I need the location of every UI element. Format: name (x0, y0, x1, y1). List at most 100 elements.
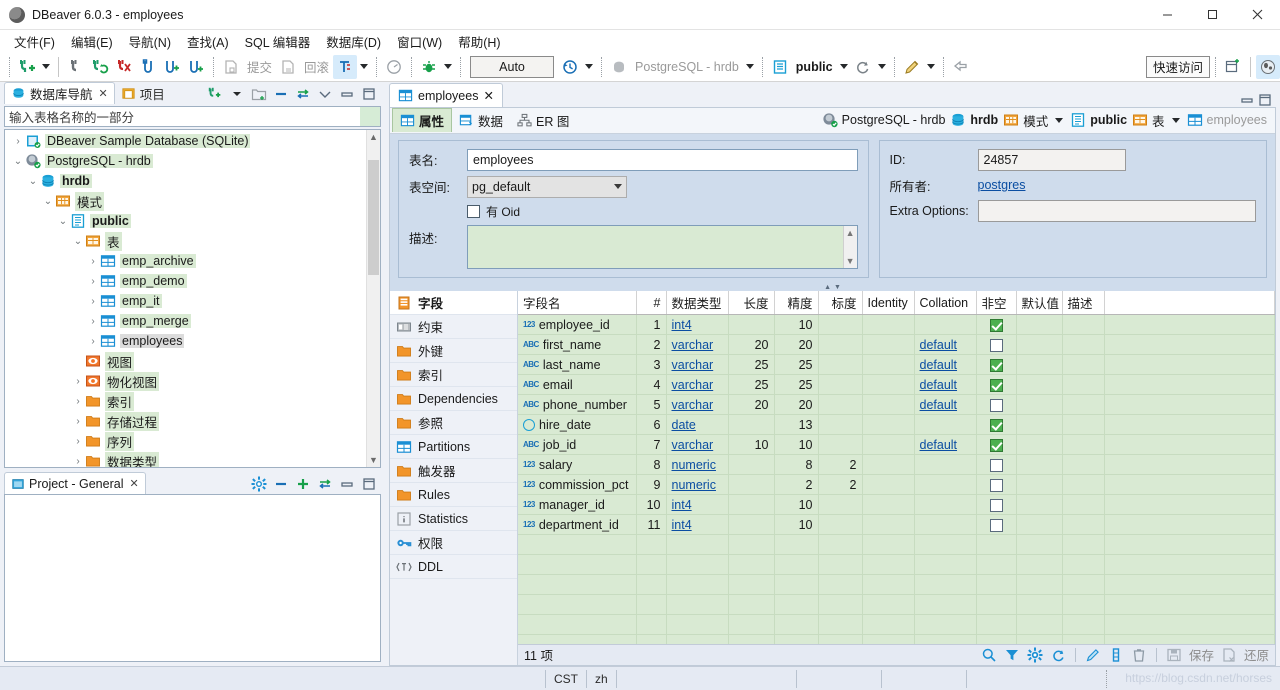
cell-datatype[interactable]: varchar (666, 375, 728, 395)
cell-ordinal[interactable]: 3 (636, 355, 666, 375)
navigator-filter-input[interactable]: 输入表格名称的一部分 (4, 106, 381, 127)
cell-ordinal[interactable]: 11 (636, 515, 666, 535)
edit-pencil-icon[interactable] (1085, 647, 1101, 663)
chevron-right-icon[interactable]: › (86, 256, 100, 267)
edit-pencil-dropdown-icon[interactable] (924, 55, 938, 79)
table-row[interactable]: hire_date6date13 (518, 415, 1275, 435)
cell-datatype[interactable]: varchar (666, 335, 728, 355)
side-tab[interactable]: 参照 (390, 411, 517, 435)
cell-notnull[interactable] (976, 495, 1016, 515)
cell-collation[interactable] (914, 455, 976, 475)
splitter-down-icon[interactable]: ▼ (834, 284, 841, 291)
cell-length[interactable] (728, 415, 774, 435)
column-header[interactable]: 数据类型 (666, 291, 728, 315)
cell-length[interactable] (728, 475, 774, 495)
new-connection-dropdown-icon[interactable] (227, 84, 247, 104)
new-folder-icon[interactable] (249, 84, 269, 104)
chevron-right-icon[interactable]: › (71, 456, 85, 467)
gear-icon[interactable] (249, 474, 269, 494)
menu-sql-editor[interactable]: SQL 编辑器 (237, 30, 319, 53)
notnull-checkbox[interactable] (990, 339, 1003, 352)
link-editor-icon[interactable] (293, 84, 313, 104)
dbeaver-perspective-icon[interactable] (1256, 55, 1280, 79)
table-row[interactable]: 123employee_id1int410 (518, 315, 1275, 335)
tree-node[interactable]: ›employees (5, 331, 380, 351)
side-tab[interactable]: DDL (390, 555, 517, 579)
cell-description[interactable] (1062, 355, 1104, 375)
breadcrumb-segment[interactable]: 模式 (1003, 111, 1048, 130)
cell-column-name[interactable]: 123salary (518, 455, 636, 475)
connection-dropdown-icon[interactable] (743, 55, 757, 79)
cell-description[interactable] (1062, 515, 1104, 535)
add-row-icon[interactable] (1108, 647, 1124, 663)
column-header[interactable]: 字段名 (518, 291, 636, 315)
cell-default[interactable] (1016, 495, 1062, 515)
tree-node[interactable]: ›DBeaver Sample Database (SQLite) (5, 131, 380, 151)
cell-length[interactable]: 20 (728, 335, 774, 355)
chevron-right-icon[interactable]: › (86, 276, 100, 287)
editor-tab-employees[interactable]: employees ✕ (389, 83, 503, 107)
chevron-down-icon[interactable]: ⌄ (71, 236, 85, 247)
chevron-down-icon[interactable]: ⌄ (26, 176, 40, 187)
column-header[interactable]: 标度 (818, 291, 862, 315)
owner-link[interactable]: postgres (978, 178, 1026, 192)
open-perspective-icon[interactable] (1221, 55, 1245, 79)
cell-default[interactable] (1016, 435, 1062, 455)
cell-notnull[interactable] (976, 515, 1016, 535)
tree-node[interactable]: ›物化视图 (5, 371, 380, 391)
notnull-checkbox[interactable] (990, 319, 1003, 332)
tree-node[interactable]: ⌄hrdb (5, 171, 380, 191)
cell-collation[interactable] (914, 315, 976, 335)
cell-column-name[interactable]: 123employee_id (518, 315, 636, 335)
maximize-editor-icon[interactable] (1258, 93, 1272, 107)
new-connection-icon[interactable] (205, 84, 225, 104)
cell-precision[interactable]: 20 (774, 335, 818, 355)
chevron-right-icon[interactable]: › (86, 336, 100, 347)
transaction-log-icon[interactable] (558, 55, 582, 79)
cell-default[interactable] (1016, 355, 1062, 375)
database-tree[interactable]: ›DBeaver Sample Database (SQLite)⌄Postgr… (4, 129, 381, 468)
close-icon[interactable]: ✕ (129, 477, 138, 490)
column-header[interactable]: 精度 (774, 291, 818, 315)
tab-er-diagram[interactable]: ER 图 (510, 108, 576, 132)
cell-scale[interactable] (818, 435, 862, 455)
tree-node[interactable]: ⌄PostgreSQL - hrdb (5, 151, 380, 171)
cell-identity[interactable] (862, 495, 914, 515)
tree-node[interactable]: ›emp_it (5, 291, 380, 311)
table-row[interactable]: ABCemail4varchar2525default (518, 375, 1275, 395)
cell-length[interactable] (728, 315, 774, 335)
cell-precision[interactable]: 13 (774, 415, 818, 435)
cell-column-name[interactable]: ABClast_name (518, 355, 636, 375)
cell-ordinal[interactable]: 10 (636, 495, 666, 515)
column-header[interactable]: 默认值 (1016, 291, 1062, 315)
cell-scale[interactable] (818, 355, 862, 375)
refresh-connection-icon[interactable] (88, 55, 112, 79)
cell-precision[interactable]: 8 (774, 455, 818, 475)
extra-options-input[interactable] (978, 200, 1256, 222)
debug-icon[interactable] (417, 55, 441, 79)
chevron-right-icon[interactable]: › (71, 436, 85, 447)
cell-identity[interactable] (862, 415, 914, 435)
tree-node[interactable]: ›数据类型 (5, 451, 380, 468)
cell-ordinal[interactable]: 1 (636, 315, 666, 335)
cell-description[interactable] (1062, 475, 1104, 495)
cell-default[interactable] (1016, 375, 1062, 395)
tree-node[interactable]: ⌄表 (5, 231, 380, 251)
cell-datatype[interactable]: varchar (666, 355, 728, 375)
cell-length[interactable]: 10 (728, 435, 774, 455)
refresh-icon[interactable] (1050, 647, 1066, 663)
project-tree[interactable] (4, 494, 381, 662)
disconnect-icon[interactable] (64, 55, 88, 79)
side-tab[interactable]: Statistics (390, 507, 517, 531)
cell-column-name[interactable]: ABCemail (518, 375, 636, 395)
cell-description[interactable] (1062, 415, 1104, 435)
chevron-down-icon[interactable] (1055, 118, 1063, 123)
delete-row-icon[interactable] (1131, 647, 1147, 663)
breadcrumb-segment[interactable]: employees (1187, 112, 1267, 128)
cell-description[interactable] (1062, 335, 1104, 355)
chevron-right-icon[interactable]: › (11, 136, 25, 147)
edit-pencil-icon[interactable] (900, 55, 924, 79)
maximize-view-icon[interactable] (359, 84, 379, 104)
cell-ordinal[interactable]: 5 (636, 395, 666, 415)
notnull-checkbox[interactable] (990, 439, 1003, 452)
